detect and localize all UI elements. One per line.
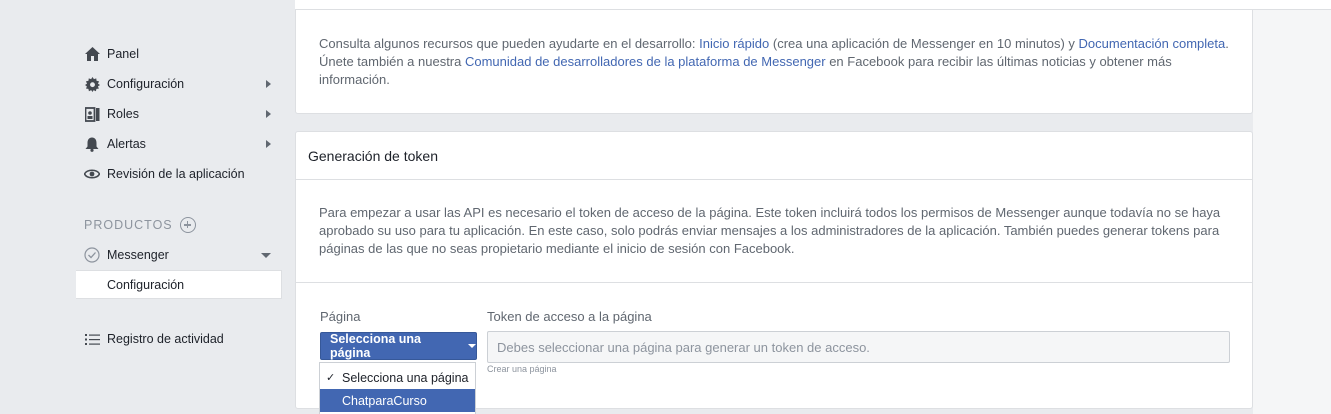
dropdown-option-selecciona[interactable]: ✓ Selecciona una página xyxy=(320,366,475,389)
sidebar-item-label: Alertas xyxy=(107,137,146,151)
chevron-right-icon xyxy=(266,80,271,88)
sidebar-item-label: Registro de actividad xyxy=(107,332,224,346)
sidebar-item-panel[interactable]: Panel xyxy=(84,43,274,65)
bell-icon xyxy=(84,136,100,152)
resources-text: Consulta algunos recursos que pueden ayu… xyxy=(319,35,1234,89)
token-card-title: Generación de token xyxy=(308,147,438,164)
sidebar-item-registro[interactable]: Registro de actividad xyxy=(84,328,274,350)
sidebar-item-label: Revisión de la aplicación xyxy=(107,167,245,181)
sidebar-subitem-label: Configuración xyxy=(107,277,185,292)
sidebar-item-label: Roles xyxy=(107,107,139,121)
check-icon: ✓ xyxy=(326,372,336,384)
community-link[interactable]: Comunidad de desarrolladores de la plata… xyxy=(465,54,826,69)
sidebar: Panel Configuración Roles Alertas Revisi… xyxy=(0,0,290,414)
sidebar-item-alertas[interactable]: Alertas xyxy=(84,133,274,155)
products-label: PRODUCTOS xyxy=(84,218,173,232)
products-section-title: PRODUCTOS xyxy=(84,215,196,235)
sidebar-item-label: Configuración xyxy=(107,77,185,91)
dropdown-option-label: ChatparaCurso xyxy=(342,393,427,408)
resources-text-part: Consulta algunos recursos que pueden ayu… xyxy=(319,36,700,51)
right-gutter xyxy=(1253,10,1331,414)
chevron-down-icon xyxy=(261,253,271,258)
sidebar-item-revision[interactable]: Revisión de la aplicación xyxy=(84,163,274,185)
section-divider xyxy=(296,282,1252,283)
sidebar-item-label: Messenger xyxy=(107,248,169,262)
page-token-field[interactable]: Debes seleccionar una página para genera… xyxy=(487,331,1230,363)
page-label: Página xyxy=(320,309,361,324)
check-circle-icon xyxy=(84,247,100,263)
documentation-link[interactable]: Documentación completa xyxy=(1079,36,1226,51)
top-card-edge xyxy=(295,0,1331,10)
page-dropdown-menu: ✓ Selecciona una página ChatparaCurso xyxy=(319,362,476,414)
add-product-icon[interactable] xyxy=(179,217,196,233)
home-icon xyxy=(84,46,100,62)
token-label: Token de acceso a la página xyxy=(487,309,652,324)
roles-icon xyxy=(84,106,100,122)
eye-icon xyxy=(84,166,100,182)
dropdown-option-label: Selecciona una página xyxy=(342,370,469,385)
create-page-link[interactable]: Crear una página xyxy=(487,364,557,374)
sidebar-item-label: Panel xyxy=(107,47,139,61)
page-token-placeholder: Debes seleccionar una página para genera… xyxy=(497,339,870,355)
page-select-button[interactable]: Selecciona una página xyxy=(320,332,477,360)
sidebar-subitem-configuracion[interactable]: Configuración xyxy=(76,270,282,299)
dropdown-option-chatparacurso[interactable]: ChatparaCurso xyxy=(320,389,475,412)
caret-down-icon xyxy=(468,344,476,348)
sidebar-item-configuracion[interactable]: Configuración xyxy=(84,73,274,95)
token-description: Para empezar a usar las API es necesario… xyxy=(319,205,1221,256)
resources-text-part: (crea una aplicación de Messenger en 10 … xyxy=(769,36,1079,51)
sidebar-item-messenger[interactable]: Messenger xyxy=(84,244,274,266)
token-card-header: Generación de token xyxy=(296,132,1252,180)
chevron-right-icon xyxy=(266,140,271,148)
sidebar-item-roles[interactable]: Roles xyxy=(84,103,274,125)
quickstart-link[interactable]: Inicio rápido xyxy=(699,36,769,51)
gear-icon xyxy=(84,76,100,92)
page-select-label: Selecciona una página xyxy=(330,332,422,360)
list-icon xyxy=(84,331,100,347)
chevron-right-icon xyxy=(266,110,271,118)
resources-card: Consulta algunos recursos que pueden ayu… xyxy=(295,10,1253,114)
